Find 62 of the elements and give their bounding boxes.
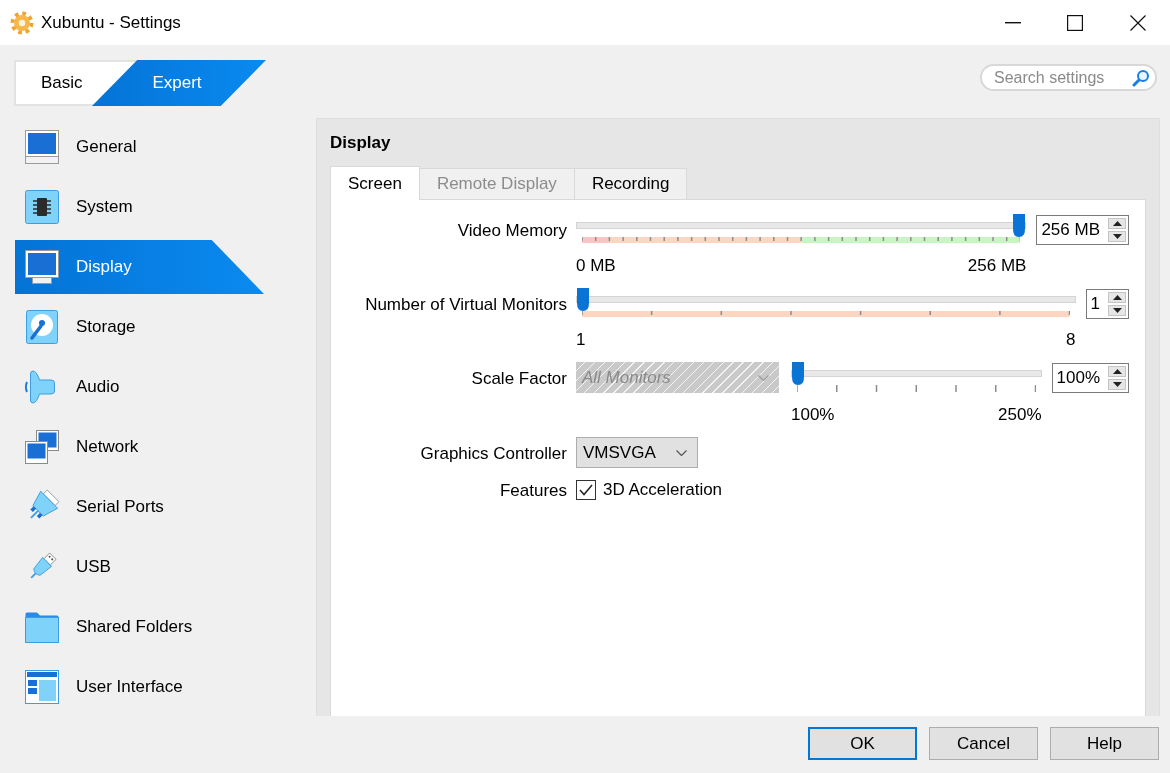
search-icon[interactable] <box>1132 68 1150 87</box>
max-label: 8 <box>1066 330 1076 350</box>
field-label: Video Memory <box>457 221 567 241</box>
sidebar-item[interactable]: Display <box>15 240 264 294</box>
checkbox-label[interactable]: 3D Acceleration <box>603 480 723 500</box>
monitors-icon <box>24 429 60 465</box>
sidebar-item[interactable]: Network <box>15 420 264 474</box>
dialog-button[interactable]: Help <box>1050 727 1159 760</box>
panel-title: Display <box>330 132 392 154</box>
caret-icon <box>758 374 769 381</box>
tab[interactable]: Screen <box>330 166 420 200</box>
caret-icon <box>676 449 687 456</box>
monitor-icon <box>24 249 60 285</box>
gear-icon <box>10 10 34 35</box>
maximize-icon[interactable] <box>1067 14 1083 31</box>
window-title: Xubuntu - Settings <box>41 11 181 34</box>
spin-box[interactable]: 100% <box>1051 363 1129 393</box>
field-label: Features <box>499 481 567 501</box>
minimize-icon[interactable] <box>1005 21 1021 24</box>
spin-up-button[interactable] <box>1108 218 1126 229</box>
spin-down-button[interactable] <box>1108 305 1126 316</box>
min-label: 0 MB <box>576 256 616 276</box>
window-icon <box>24 669 60 705</box>
down-arrow-icon <box>1112 382 1122 387</box>
sidebar-item[interactable]: Audio <box>15 360 264 414</box>
up-arrow-icon <box>1112 221 1122 226</box>
sidebar-item[interactable]: General <box>15 120 264 174</box>
sidebar-item[interactable]: User Interface <box>15 660 264 714</box>
close-icon[interactable] <box>1130 14 1146 31</box>
sidebar-item[interactable]: Shared Folders <box>15 600 264 654</box>
up-arrow-icon <box>1112 295 1122 300</box>
min-label: 100% <box>791 405 835 425</box>
down-arrow-icon <box>1112 308 1122 313</box>
sidebar-item[interactable]: USB <box>15 540 264 594</box>
spin-box[interactable]: 1 <box>1085 289 1129 319</box>
spin-down-button[interactable] <box>1108 379 1126 390</box>
dialog-button[interactable]: Cancel <box>929 727 1038 760</box>
spin-up-button[interactable] <box>1108 292 1126 303</box>
sidebar-item[interactable]: System <box>15 180 264 234</box>
monitor-icon <box>24 129 60 165</box>
sidebar-item[interactable]: Serial Ports <box>15 480 264 534</box>
spin-up-button[interactable] <box>1108 366 1126 377</box>
tab[interactable]: Recording <box>573 168 688 199</box>
max-label: 250% <box>998 405 1042 425</box>
checkbox[interactable] <box>576 480 596 500</box>
slider-thumb[interactable] <box>1013 214 1026 237</box>
up-arrow-icon <box>1112 369 1122 374</box>
down-arrow-icon <box>1112 234 1122 239</box>
field-label: Number of Virtual Monitors <box>365 295 567 315</box>
min-label: 1 <box>576 330 586 350</box>
dropdown[interactable]: VMSVGA <box>576 437 698 468</box>
field-label: Scale Factor <box>471 369 567 389</box>
dialog-button[interactable]: OK <box>808 727 917 760</box>
spin-down-button[interactable] <box>1108 231 1126 242</box>
chip-icon <box>24 189 60 225</box>
search-field[interactable]: Search settings <box>980 64 1157 91</box>
slider-thumb[interactable] <box>792 362 804 385</box>
field-label: Graphics Controller <box>420 444 567 464</box>
sidebar-item[interactable]: Storage <box>15 300 264 354</box>
spin-box[interactable]: 256 MB <box>1036 215 1129 245</box>
slider-thumb[interactable] <box>577 288 589 311</box>
max-label: 256 MB <box>967 256 1027 276</box>
